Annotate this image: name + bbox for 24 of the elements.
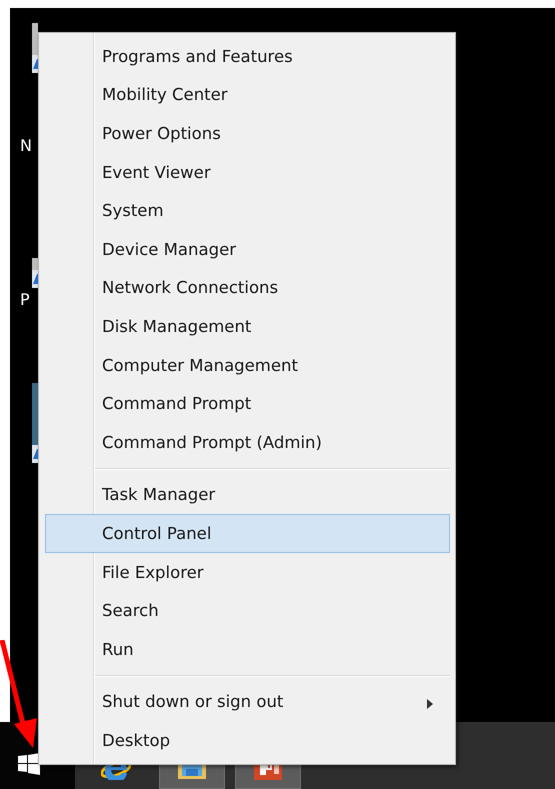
menu-item[interactable]: Network Connections xyxy=(45,268,450,308)
file-icon[interactable] xyxy=(32,23,38,73)
menu-item[interactable]: Event Viewer xyxy=(45,152,450,192)
menu-item[interactable]: Computer Management xyxy=(45,346,450,384)
menu-item[interactable]: Control Panel xyxy=(45,514,450,553)
menu-item[interactable]: Command Prompt xyxy=(45,384,450,423)
submenu-arrow-icon xyxy=(427,698,433,708)
menu-item[interactable]: Command Prompt (Admin) xyxy=(45,422,450,462)
icon-label: N xyxy=(20,136,32,155)
menu-item[interactable]: Mobility Center xyxy=(45,76,450,114)
menu-item[interactable]: Search xyxy=(45,591,450,630)
menu-item[interactable]: Programs and Features xyxy=(45,37,450,76)
menu-item[interactable]: System xyxy=(45,191,450,230)
icon-label: P xyxy=(20,290,30,309)
windows-logo-icon xyxy=(18,753,40,775)
menu-item[interactable]: Device Manager xyxy=(45,230,450,269)
menu-item[interactable]: Power Options xyxy=(45,114,450,153)
menu-item[interactable]: Task Manager xyxy=(45,476,450,514)
file-icon[interactable] xyxy=(32,383,38,463)
menu-item[interactable]: Disk Management xyxy=(45,307,450,346)
menu-item[interactable]: Run xyxy=(45,630,450,668)
menu-item[interactable]: File Explorer xyxy=(45,552,450,592)
file-icon[interactable] xyxy=(32,258,38,288)
menu-item[interactable]: Shut down or sign out xyxy=(45,682,450,722)
